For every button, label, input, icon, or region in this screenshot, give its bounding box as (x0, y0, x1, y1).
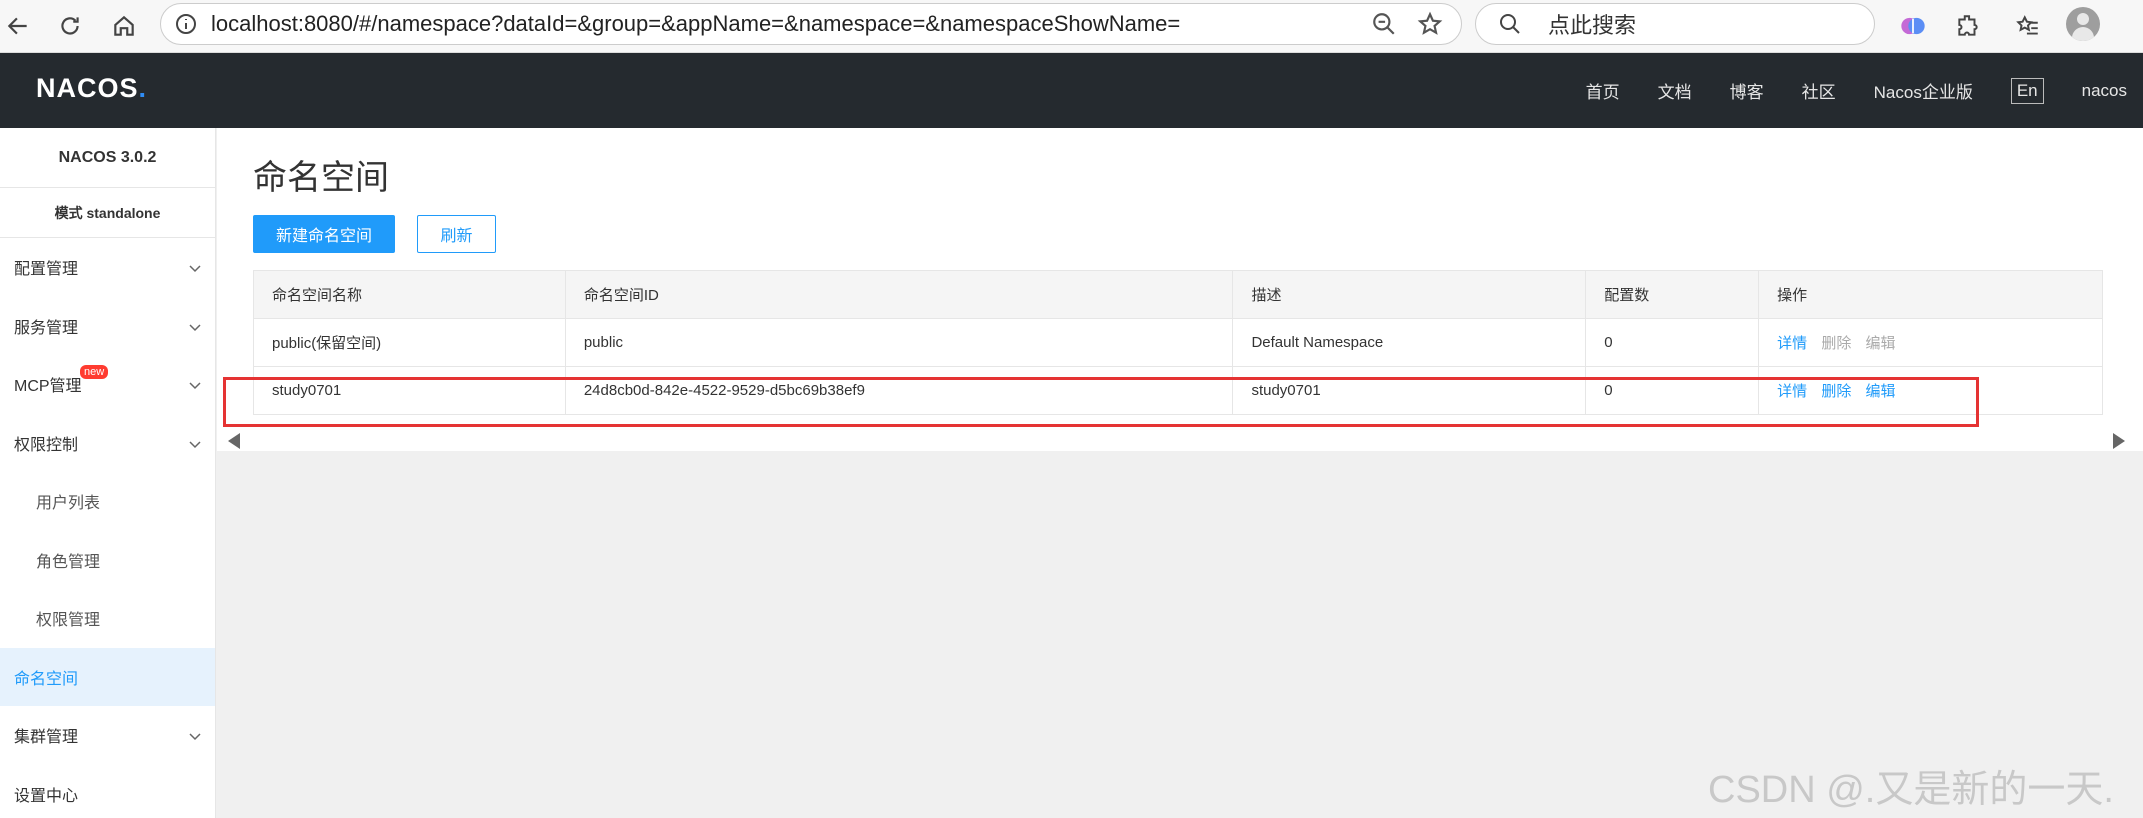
table-row: public(保留空间) public Default Namespace 0 … (253, 318, 2103, 367)
profile-avatar[interactable] (2066, 7, 2100, 41)
search-placeholder: 点此搜索 (1548, 13, 1637, 38)
app-header: NACOS. 首页 文档 博客 社区 Nacos企业版 En nacos (0, 53, 2143, 128)
sidebar-item-permissions[interactable]: 权限管理 (0, 589, 215, 648)
nav-home[interactable]: 首页 (1586, 78, 1620, 103)
annotation-highlight-box (223, 377, 1979, 427)
sidebar-item-access-control[interactable]: 权限控制 (0, 414, 215, 473)
edit-link: 编辑 (1865, 335, 1896, 352)
scroll-left-arrow[interactable] (228, 433, 240, 449)
sidebar-item-config[interactable]: 配置管理 (0, 238, 215, 297)
sidebar-item-users[interactable]: 用户列表 (0, 472, 215, 531)
sidebar-item-service[interactable]: 服务管理 (0, 297, 215, 356)
sidebar-item-label: 权限控制 (14, 436, 79, 454)
info-icon[interactable] (173, 11, 199, 37)
nav-enterprise[interactable]: Nacos企业版 (1874, 78, 1973, 103)
home-icon[interactable] (108, 10, 140, 42)
extensions-icon[interactable] (1950, 8, 1986, 44)
zoom-out-icon[interactable] (1369, 9, 1399, 39)
column-header: 配置数 (1585, 270, 1760, 319)
sidebar-item-label: 命名空间 (14, 670, 79, 688)
column-header: 描述 (1232, 270, 1587, 319)
sidebar-item-label: 集群管理 (14, 729, 79, 747)
column-header: 命名空间ID (564, 270, 1234, 319)
user-menu[interactable]: nacos (2082, 81, 2127, 101)
star-icon[interactable] (1415, 9, 1445, 39)
scroll-right-arrow[interactable] (2113, 433, 2125, 449)
nav-blog[interactable]: 博客 (1730, 78, 1764, 103)
chevron-down-icon (189, 323, 201, 331)
detail-link[interactable]: 详情 (1777, 335, 1807, 352)
browser-search-box[interactable]: 点此搜索 (1475, 3, 1875, 45)
namespace-id-cell: public (564, 318, 1234, 367)
page-title: 命名空间 (253, 159, 389, 197)
chevron-down-icon (189, 733, 201, 741)
favorites-icon[interactable] (2010, 8, 2046, 44)
sidebar-item-label: 设置中心 (14, 787, 79, 805)
chevron-down-icon (189, 382, 201, 390)
table-header-row: 命名空间名称 命名空间ID 描述 配置数 操作 (253, 270, 2103, 319)
sidebar-item-roles[interactable]: 角色管理 (0, 531, 215, 590)
nav-docs[interactable]: 文档 (1658, 78, 1692, 103)
sidebar-item-label: MCP管理 (14, 378, 82, 396)
sidebar-item-label: 权限管理 (36, 612, 101, 630)
refresh-button[interactable]: 刷新 (417, 215, 496, 253)
column-header: 命名空间名称 (253, 270, 566, 319)
create-namespace-button[interactable]: 新建命名空间 (253, 215, 395, 253)
column-header: 操作 (1758, 270, 2103, 319)
mode-label: 模式 standalone (0, 188, 215, 238)
version-label: NACOS 3.0.2 (0, 128, 215, 188)
sidebar-item-label: 角色管理 (36, 553, 101, 571)
delete-link: 删除 (1821, 335, 1852, 352)
url-text[interactable]: localhost:8080/#/namespace?dataId=&group… (211, 11, 1369, 37)
sidebar-item-namespace[interactable]: 命名空间 (0, 647, 215, 706)
language-toggle[interactable]: En (2010, 77, 2044, 104)
config-count-cell: 0 (1585, 318, 1760, 367)
browser-toolbar: localhost:8080/#/namespace?dataId=&group… (0, 0, 2143, 53)
reload-icon[interactable] (54, 10, 86, 42)
search-icon (1498, 11, 1524, 37)
sidebar-item-label: 用户列表 (36, 495, 101, 513)
brain-extension-icon[interactable] (1895, 8, 1931, 44)
chevron-down-icon (189, 265, 201, 273)
sidebar-item-mcp[interactable]: MCP管理 new (0, 355, 215, 414)
sidebar-item-label: 配置管理 (14, 261, 79, 279)
namespace-name-cell: public(保留空间) (253, 318, 566, 367)
sidebar-item-label: 服务管理 (14, 319, 79, 337)
watermark: CSDN @.又是新的一天. (1708, 769, 2114, 811)
back-icon[interactable] (2, 10, 34, 42)
chevron-down-icon (189, 440, 201, 448)
nacos-logo[interactable]: NACOS. (36, 73, 147, 104)
main-content: 命名空间 新建命名空间 刷新 命名空间名称 命名空间ID 描述 配置数 操作 p… (217, 128, 2143, 818)
sidebar-item-settings[interactable]: 设置中心 (0, 765, 215, 818)
sidebar: NACOS 3.0.2 模式 standalone 配置管理 服务管理 MCP管… (0, 128, 216, 818)
operations-cell: 详情 删除 编辑 (1758, 318, 2103, 367)
nav-community[interactable]: 社区 (1802, 78, 1836, 103)
new-badge: new (80, 365, 109, 379)
address-bar[interactable]: localhost:8080/#/namespace?dataId=&group… (160, 3, 1462, 45)
namespace-desc-cell: Default Namespace (1232, 318, 1587, 367)
sidebar-item-cluster[interactable]: 集群管理 (0, 706, 215, 765)
top-nav: 首页 文档 博客 社区 Nacos企业版 En nacos (1548, 53, 2127, 128)
